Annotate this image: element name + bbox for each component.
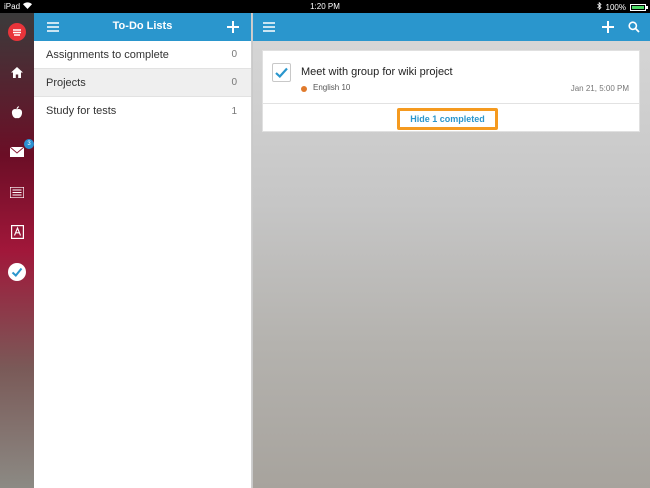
task-detail-pane: Meet with group for wiki project English… <box>253 13 650 488</box>
status-bar: iPad 1:20 PM 100% <box>0 0 650 13</box>
task-due-date: Jan 21, 5:00 PM <box>570 84 629 93</box>
divider <box>263 103 639 104</box>
todo-check-icon[interactable] <box>7 262 27 282</box>
bluetooth-icon <box>596 1 602 12</box>
list-icon[interactable] <box>7 182 27 202</box>
battery-fill <box>632 5 644 9</box>
mail-icon[interactable]: 3 <box>7 139 34 162</box>
course-color-dot <box>301 86 307 92</box>
grades-icon[interactable] <box>7 222 27 242</box>
task-card: Meet with group for wiki project English… <box>262 50 640 132</box>
list-item-count: 0 <box>231 49 237 60</box>
todo-lists-panel: To-Do Lists Assignments to complete 0 Pr… <box>34 13 252 488</box>
task-title[interactable]: Meet with group for wiki project <box>301 66 453 78</box>
add-list-icon[interactable] <box>225 19 241 35</box>
menu-icon[interactable] <box>261 19 277 35</box>
add-task-icon[interactable] <box>600 19 616 35</box>
apple-icon[interactable] <box>7 102 27 122</box>
app-rail: 3 <box>0 13 34 488</box>
hide-completed-button[interactable]: Hide 1 completed <box>397 108 498 130</box>
logo-icon[interactable] <box>7 22 27 42</box>
list-item-count: 1 <box>231 105 237 117</box>
list-item-assignments[interactable]: Assignments to complete 0 <box>34 41 251 69</box>
home-icon[interactable] <box>7 62 27 82</box>
task-checkbox[interactable] <box>272 63 291 82</box>
list-item-label: Projects <box>46 76 86 89</box>
battery-percent: 100% <box>605 2 626 12</box>
mail-badge: 3 <box>24 139 34 149</box>
list-item-label: Study for tests <box>46 105 117 117</box>
tasks-header <box>253 13 650 41</box>
list-item-projects[interactable]: Projects 0 <box>34 69 251 97</box>
battery-icon <box>630 3 648 11</box>
lists-title: To-Do Lists <box>112 20 173 32</box>
lists-header: To-Do Lists <box>34 13 251 41</box>
list-item-count: 0 <box>231 77 237 88</box>
list-item-study[interactable]: Study for tests 1 <box>34 97 251 125</box>
search-icon[interactable] <box>626 19 642 35</box>
task-course: English 10 <box>313 83 351 92</box>
status-time: 1:20 PM <box>310 2 340 11</box>
list-item-label: Assignments to complete <box>46 48 169 61</box>
